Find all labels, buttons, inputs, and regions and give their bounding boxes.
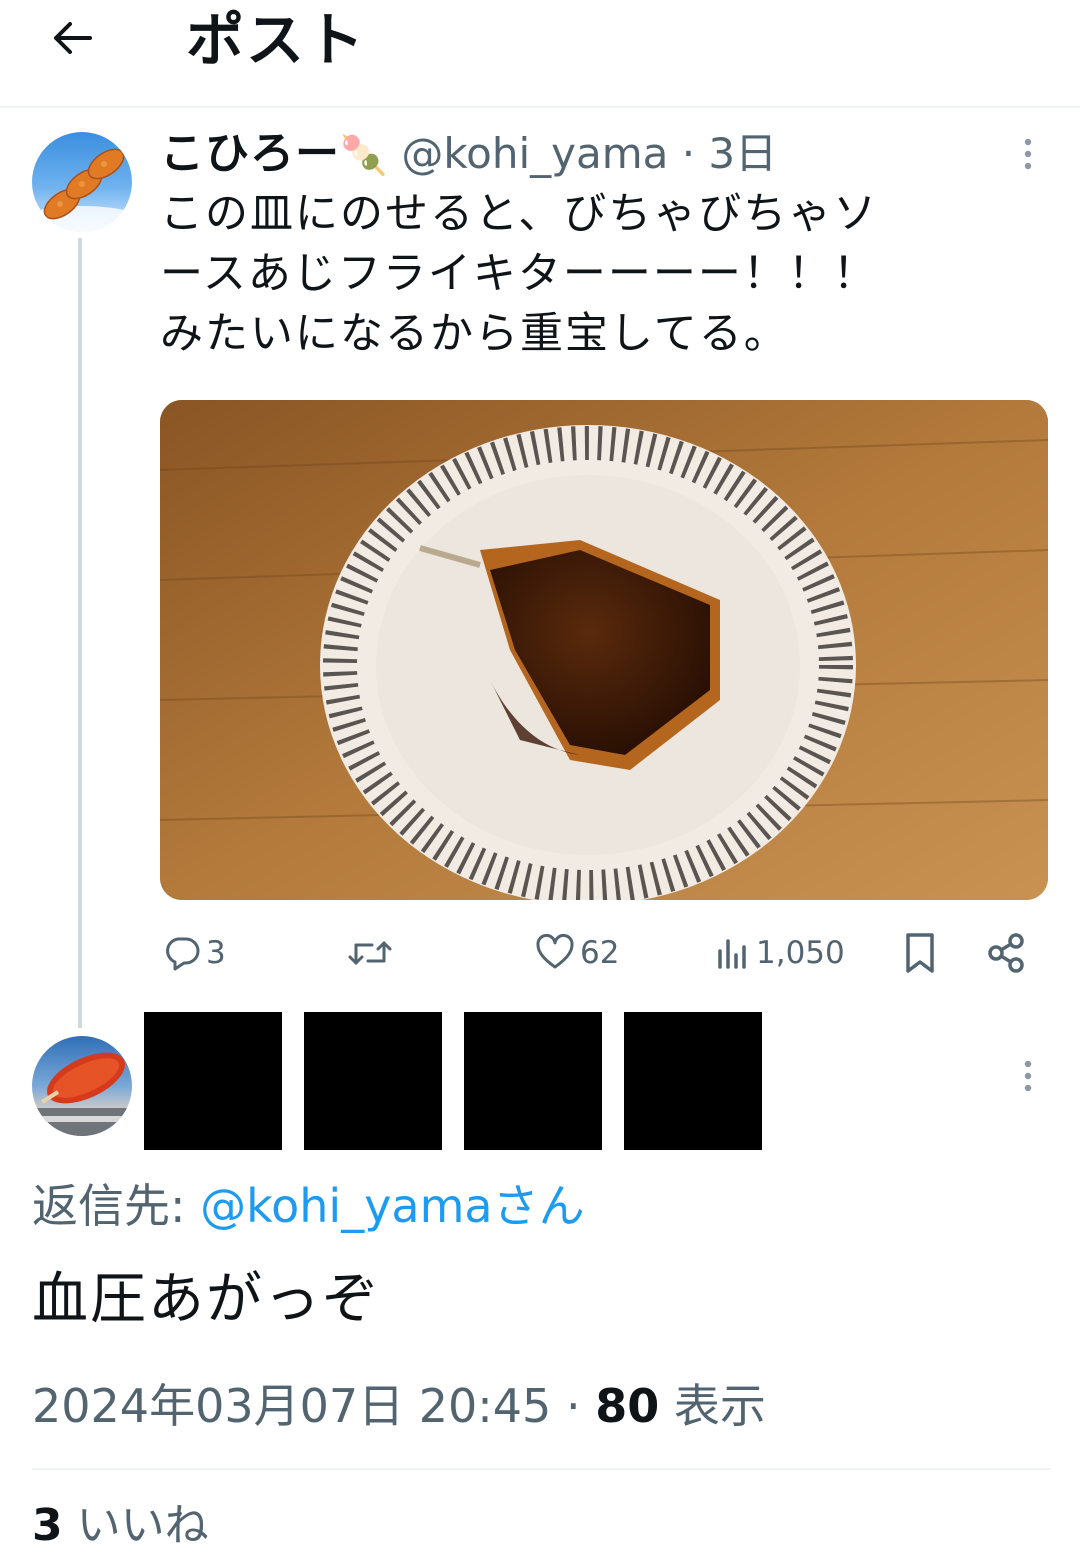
reply-count: 3 bbox=[206, 935, 226, 971]
retweet-button[interactable] bbox=[346, 928, 394, 978]
post-timestamp: 2024年03月07日 20:45 · 80 表示 bbox=[32, 1374, 766, 1438]
like-count: 62 bbox=[580, 935, 620, 971]
reply-to-label: 返信先: bbox=[32, 1179, 201, 1233]
more-options-icon[interactable] bbox=[1010, 136, 1046, 172]
share-button[interactable] bbox=[984, 928, 1028, 978]
timestamp-text[interactable]: 2024年03月07日 20:45 · bbox=[32, 1379, 595, 1433]
redaction-block bbox=[624, 1012, 762, 1150]
divider bbox=[32, 1468, 1050, 1470]
view-count: 1,050 bbox=[756, 935, 845, 971]
tweet-author-row: こひろー🍡 @kohi_yama · 3日 bbox=[160, 126, 777, 182]
share-icon bbox=[988, 933, 1024, 973]
redaction-block bbox=[304, 1012, 442, 1150]
redaction-block bbox=[464, 1012, 602, 1150]
reply-to-line: 返信先: @kohi_yamaさん bbox=[32, 1176, 585, 1236]
likes-count: 3 bbox=[32, 1500, 63, 1551]
tweet-text-line: ースあじフライキターーーー！！！ bbox=[160, 249, 878, 299]
tweet-text-line: この皿にのせると、びちゃびちゃソ bbox=[160, 189, 879, 239]
avatar[interactable] bbox=[32, 132, 132, 232]
more-options-icon[interactable] bbox=[1010, 1058, 1046, 1094]
back-arrow-icon[interactable] bbox=[44, 14, 100, 62]
reply-to-handle-link[interactable]: @kohi_yamaさん bbox=[200, 1179, 585, 1233]
bookmark-button[interactable] bbox=[900, 928, 940, 978]
dango-emoji: 🍡 bbox=[340, 133, 388, 177]
author-handle-time[interactable]: @kohi_yama · 3日 bbox=[401, 129, 777, 178]
likes-summary[interactable]: 3 いいね bbox=[32, 1496, 209, 1556]
likes-label: いいね bbox=[62, 1500, 209, 1551]
tweet-text-line: みたいになるから重宝してる。 bbox=[160, 309, 789, 359]
reply-icon bbox=[166, 937, 200, 971]
author-name[interactable]: こひろー bbox=[160, 128, 340, 179]
top-bar bbox=[0, 0, 1080, 108]
heart-icon bbox=[536, 934, 574, 969]
page-title: ポスト bbox=[186, 6, 367, 74]
avatar[interactable] bbox=[32, 1036, 132, 1136]
views-label: 表示 bbox=[659, 1379, 766, 1433]
tweet-text: この皿にのせると、びちゃびちゃソ ースあじフライキターーーー！！！ みたいになる… bbox=[160, 184, 1040, 364]
bar-chart-icon bbox=[718, 939, 746, 969]
redaction-block bbox=[144, 1012, 282, 1150]
retweet-icon bbox=[348, 941, 392, 965]
reply-text: 血圧あがっぞ bbox=[32, 1267, 380, 1332]
tweet-photo[interactable] bbox=[160, 400, 1048, 900]
reply-button[interactable]: 3 bbox=[162, 928, 226, 978]
bookmark-icon bbox=[906, 933, 934, 973]
thread-connector-line bbox=[78, 238, 82, 1028]
views-button[interactable]: 1,050 bbox=[712, 928, 845, 978]
like-button[interactable]: 62 bbox=[534, 928, 619, 978]
views-count: 80 bbox=[595, 1379, 660, 1433]
